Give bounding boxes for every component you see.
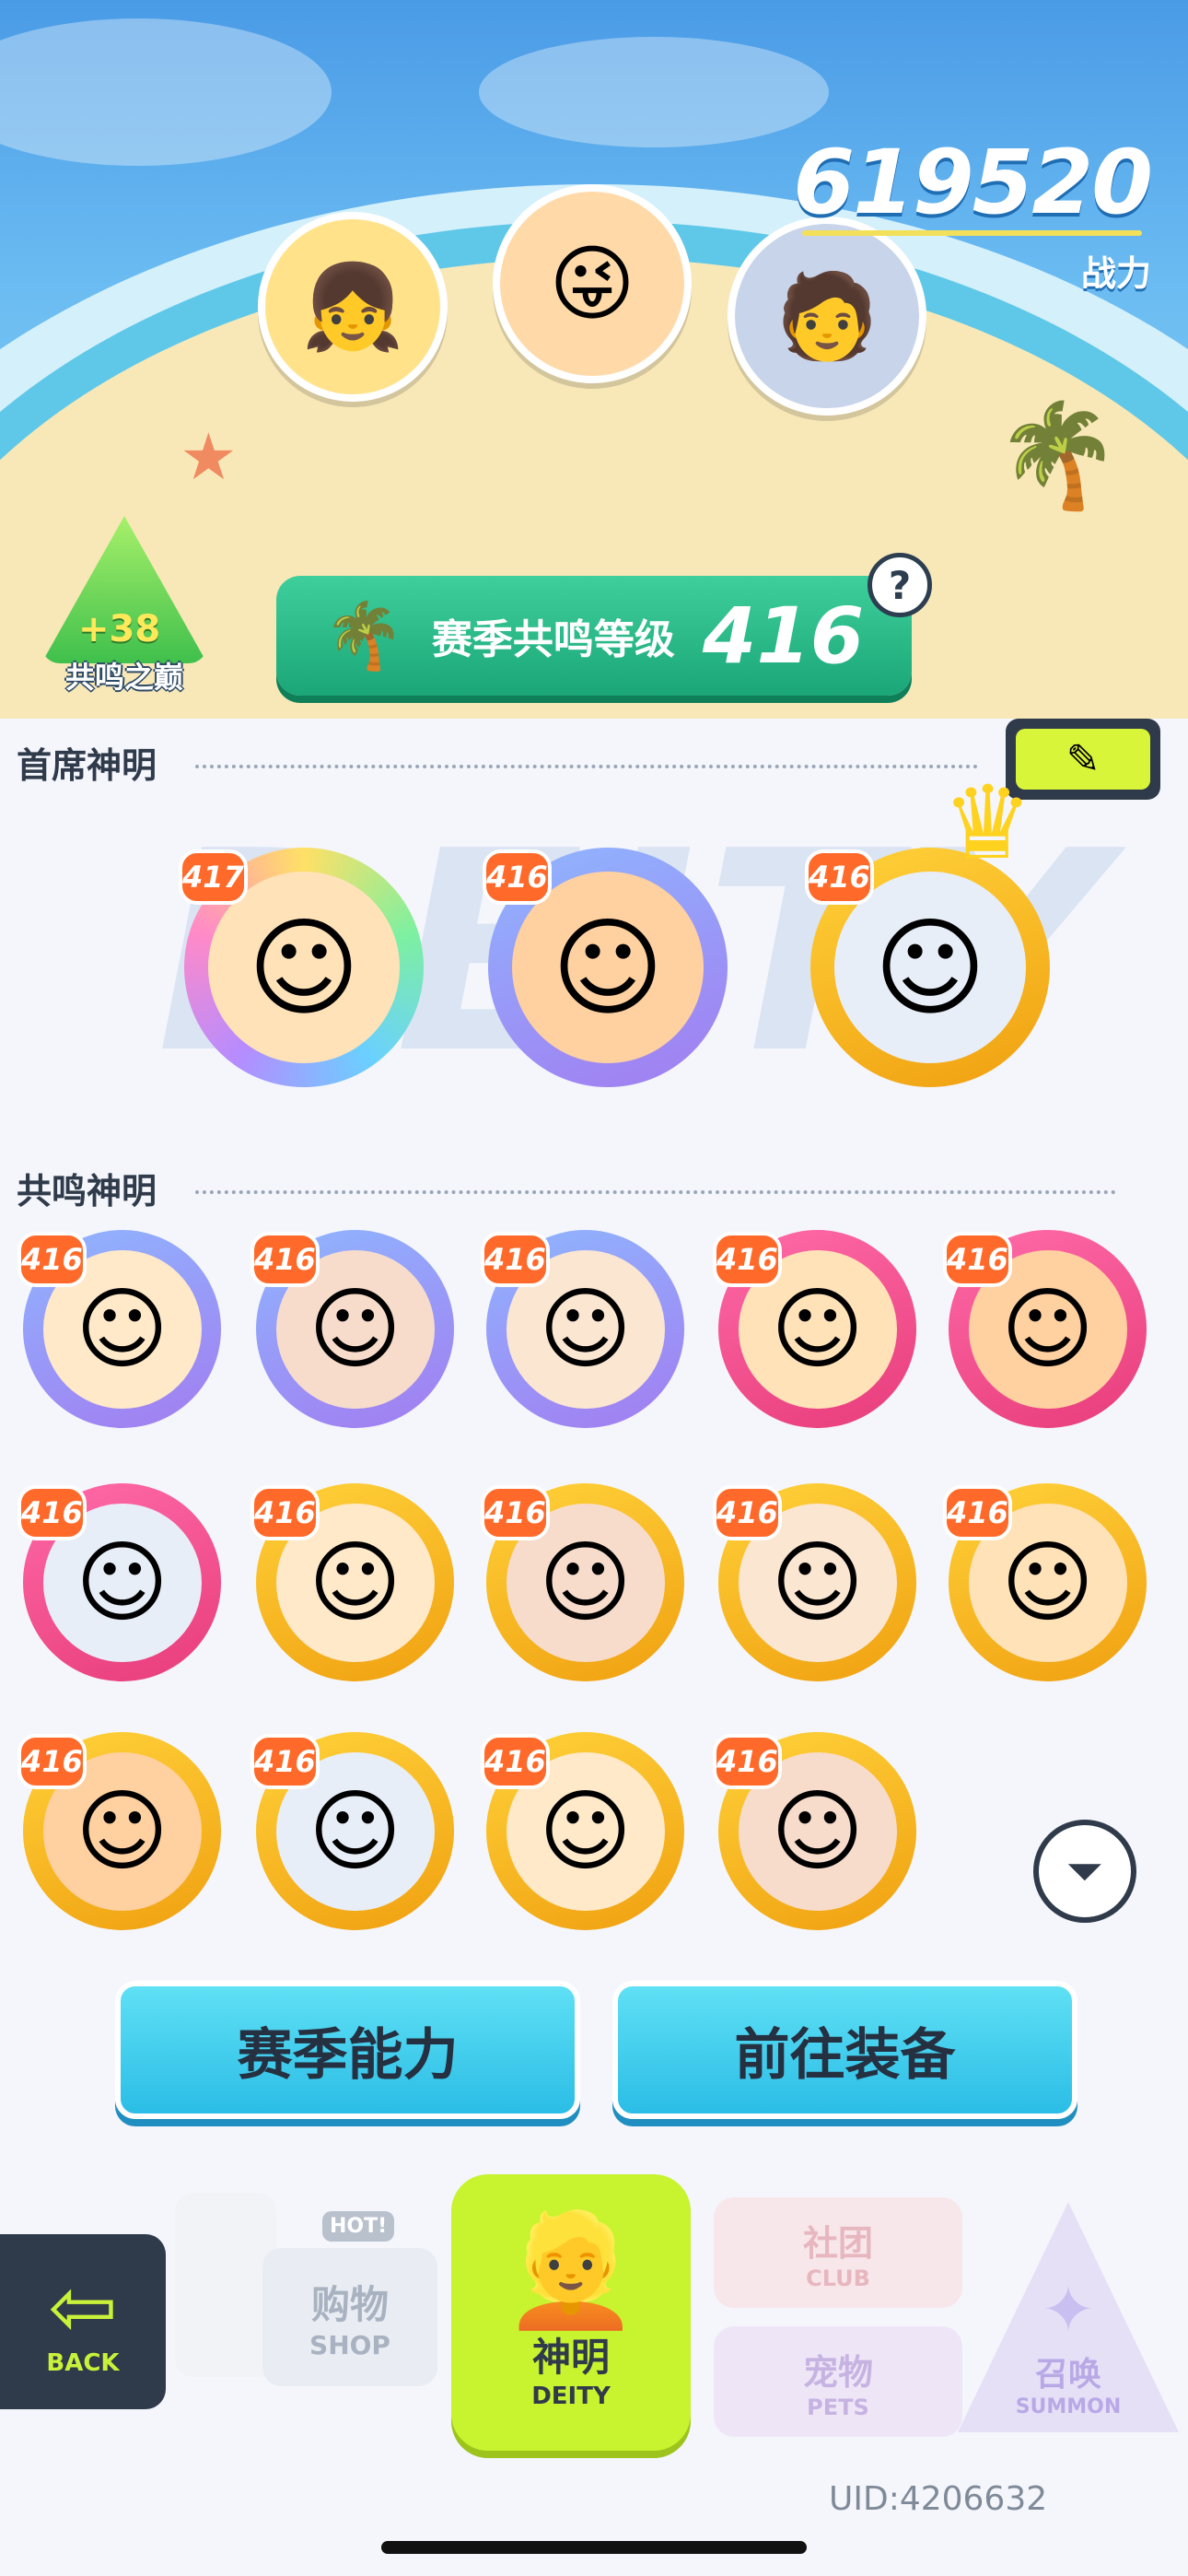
season-level-label: 赛季共鸣等级 [431, 616, 675, 663]
resonance-deity-portrait[interactable]: ☺ 416 [250, 1230, 454, 1428]
peak-bonus: +38 [78, 608, 161, 650]
vending-machine-icon [175, 2193, 276, 2377]
resonance-deity-portrait[interactable]: ☺ 416 [481, 1732, 684, 1930]
level-badge: 416 [483, 849, 552, 905]
season-ability-button[interactable]: 赛季能力 [115, 1981, 580, 2119]
nav-shop-en: SHOP [309, 2330, 390, 2360]
resonance-peak-badge[interactable]: +38 共鸣之巅 [37, 516, 212, 700]
nav-pets-en: PETS [807, 2394, 869, 2420]
nav-back[interactable]: ⇦ BACK [0, 2234, 166, 2409]
go-equipment-button[interactable]: 前往装备 [612, 1981, 1077, 2119]
nav-shop[interactable]: 购物 SHOP HOT! [175, 2174, 442, 2414]
level-badge: 416 [250, 1485, 320, 1540]
nav-club-cn: 社团 [802, 2222, 873, 2264]
level-badge: 416 [17, 1734, 87, 1789]
nav-club-en: CLUB [806, 2265, 870, 2291]
level-badge: 416 [713, 1485, 782, 1540]
summon-star-icon: ✦ [1041, 2271, 1096, 2348]
resonance-deity-portrait[interactable]: ☺ 416 [943, 1230, 1147, 1428]
hot-tag: HOT! [322, 2211, 395, 2242]
combat-power-label: 战力 [1080, 253, 1151, 294]
divider [195, 1190, 1116, 1194]
resonance-deity-portrait[interactable]: ☺ 416 [17, 1230, 221, 1428]
chief-deity-portrait[interactable]: ☺ 416 [483, 848, 728, 1087]
nav-summon-cn: 召唤 [1034, 2355, 1101, 2394]
resonance-deity-portrait[interactable]: ☺ 416 [250, 1732, 454, 1930]
team-hero-2[interactable]: 😜 [493, 184, 692, 383]
home-indicator[interactable] [381, 2541, 807, 2554]
filter-button[interactable]: ⏷ [1033, 1820, 1136, 1923]
resonance-deity-portrait[interactable]: ☺ 416 [17, 1483, 221, 1681]
nav-summon-en: SUMMON [1015, 2395, 1122, 2418]
nav-back-label: BACK [46, 2349, 120, 2377]
nav-deity-en: DEITY [531, 2382, 611, 2410]
nav-shop-cn: 购物 [310, 2282, 389, 2327]
back-arrow-icon: ⇦ [48, 2259, 118, 2356]
level-badge: 416 [805, 849, 874, 905]
nav-summon[interactable]: ✦ 召唤 SUMMON [958, 2202, 1179, 2432]
chief-deity-portrait[interactable]: ☺ 416 ♛ [805, 764, 1050, 1087]
crown-icon: ♛ [942, 764, 1033, 882]
level-badge: 416 [481, 1734, 550, 1789]
deity-avatar-icon: 👱 [502, 2206, 640, 2335]
level-badge: 416 [481, 1485, 550, 1540]
nav-club[interactable]: 社团 CLUB [714, 2197, 962, 2308]
palm-tree-icon: 🌴 [995, 396, 1121, 514]
level-badge: 416 [17, 1232, 87, 1287]
chief-deity-portrait[interactable]: ☺ 417 [179, 848, 424, 1087]
nav-pets[interactable]: 宠物 PETS [714, 2326, 962, 2437]
level-badge: 416 [481, 1232, 550, 1287]
level-badge: 416 [17, 1485, 87, 1540]
season-level-value: 416 [702, 591, 865, 681]
palm-leaf-icon: 🌴 [323, 597, 404, 673]
level-badge: 416 [250, 1734, 320, 1789]
resonance-deity-portrait[interactable]: ☺ 416 [250, 1483, 454, 1681]
starfish-icon: ★ [180, 419, 238, 495]
filter-icon: ⏷ [1066, 1844, 1103, 1898]
level-badge: 416 [943, 1232, 1012, 1287]
nav-pets-cn: 宠物 [802, 2351, 873, 2393]
season-level-banner: 🌴 赛季共鸣等级 416 [276, 576, 912, 696]
help-button[interactable]: ? [868, 553, 932, 617]
level-badge: 416 [713, 1232, 782, 1287]
divider [195, 765, 978, 768]
resonance-deity-portrait[interactable]: ☺ 416 [481, 1483, 684, 1681]
pencil-icon: ✎ [1016, 729, 1150, 790]
level-badge: 416 [943, 1485, 1012, 1540]
peak-label: 共鸣之巅 [64, 660, 183, 695]
team-hero-1[interactable]: 👧 [258, 212, 448, 402]
resonance-deity-portrait[interactable]: ☺ 416 [943, 1483, 1147, 1681]
chief-deity-title: 首席神明 [17, 745, 157, 786]
level-badge: 416 [250, 1232, 320, 1287]
combat-power: 619520 战力 [793, 131, 1153, 296]
resonance-deity-portrait[interactable]: ☺ 416 [713, 1732, 916, 1930]
combat-power-value: 619520 [793, 131, 1153, 234]
nav-deity-cn: 神明 [531, 2334, 610, 2380]
user-id: UID:4206632 [829, 2480, 1048, 2518]
resonance-deity-portrait[interactable]: ☺ 416 [17, 1732, 221, 1930]
level-badge: 416 [713, 1734, 782, 1789]
resonance-deity-portrait[interactable]: ☺ 416 [481, 1230, 684, 1428]
resonance-deity-portrait[interactable]: ☺ 416 [713, 1230, 916, 1428]
resonance-deity-title: 共鸣神明 [17, 1171, 157, 1212]
resonance-deity-portrait[interactable]: ☺ 416 [713, 1483, 916, 1681]
nav-deity[interactable]: 👱 神明 DEITY [451, 2174, 691, 2451]
level-badge: 417 [179, 849, 248, 905]
